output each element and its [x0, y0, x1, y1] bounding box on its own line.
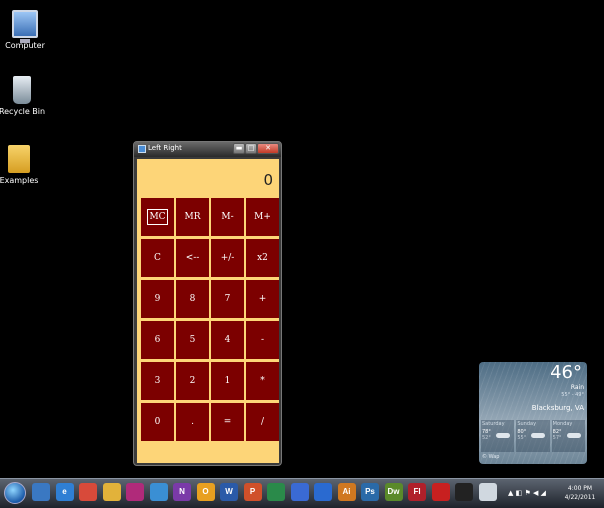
key-1[interactable]: 1 — [211, 362, 244, 400]
clock-date: 4/22/2011 — [564, 494, 596, 501]
outlook-icon[interactable]: O — [196, 483, 215, 501]
key-m-plus[interactable]: M+ — [246, 198, 279, 236]
key-decimal[interactable]: . — [176, 403, 209, 441]
start-button[interactable] — [4, 482, 26, 504]
key-clear[interactable]: C — [141, 239, 174, 277]
forecast-day: Saturday 78° 52° — [481, 420, 515, 452]
key-subtract[interactable]: - — [246, 321, 279, 359]
ie-icon[interactable]: e — [55, 483, 74, 501]
key-5[interactable]: 5 — [176, 321, 209, 359]
calculator-display: 0 — [263, 171, 273, 189]
key-m-minus[interactable]: M- — [211, 198, 244, 236]
current-temperature: 46° — [550, 362, 582, 383]
recycle-bin-icon — [13, 76, 31, 104]
maximize-button[interactable]: □ — [245, 143, 257, 154]
pin-icon[interactable] — [431, 483, 450, 501]
illustrator-icon[interactable]: Ai — [337, 483, 356, 501]
keypad: MC MR M- M+ C <-- +/- x2 9 8 7 + 6 5 4 -… — [141, 198, 279, 441]
desktop-icon-label: Examples — [0, 176, 39, 185]
excel-icon[interactable] — [267, 483, 285, 501]
window-title: Left Right — [148, 144, 182, 152]
rain-cloud-icon — [531, 433, 546, 438]
key-mc[interactable]: MC — [141, 198, 174, 236]
taskbar: e N O W P Ai Ps Dw Fl ▲ ◧ ⚑ ◀ ◢ 4:00 PM 4/22/201… — [0, 478, 604, 508]
key-9[interactable]: 9 — [141, 280, 174, 318]
key-equals[interactable]: = — [211, 403, 244, 441]
cmd-icon[interactable] — [455, 483, 473, 501]
dreamweaver-icon[interactable]: Dw — [384, 483, 403, 501]
desktop-icon-label: Recycle Bin — [0, 107, 46, 116]
key-3[interactable]: 3 — [141, 362, 174, 400]
forecast-day-name: Monday — [552, 421, 573, 427]
computer-icon — [12, 10, 38, 43]
key-2[interactable]: 2 — [176, 362, 209, 400]
key-8[interactable]: 8 — [176, 280, 209, 318]
weather-city: Blacksburg, VA — [531, 404, 584, 412]
weather-gadget[interactable]: 46° Rain 55° - 49° Blacksburg, VA Saturd… — [479, 362, 587, 464]
minimize-button[interactable]: ▬ — [233, 143, 245, 154]
link-icon[interactable] — [290, 483, 309, 501]
key-0[interactable]: 0 — [141, 403, 174, 441]
key-mr[interactable]: MR — [176, 198, 209, 236]
folder-icon — [8, 145, 30, 173]
key-negate[interactable]: +/- — [211, 239, 244, 277]
key-add[interactable]: + — [246, 280, 279, 318]
weather-condition: Rain — [570, 384, 584, 391]
forecast: Saturday 78° 52° Sunday 80° 55° Monday 8… — [481, 420, 585, 452]
key-divide[interactable]: / — [246, 403, 279, 441]
key-7[interactable]: 7 — [211, 280, 244, 318]
desktop-icon-computer[interactable]: Computer — [0, 10, 50, 50]
system-tray[interactable]: ▲ ◧ ⚑ ◀ ◢ — [508, 489, 546, 497]
forecast-day-name: Sunday — [517, 421, 537, 427]
calculator-window: Left Right ▬ □ ✕ 0 MC MR M- M+ C <-- +/-… — [133, 141, 282, 466]
key-backspace[interactable]: <-- — [176, 239, 209, 277]
java-icon[interactable] — [478, 483, 497, 501]
cloud-icon — [496, 433, 510, 438]
key-4[interactable]: 4 — [211, 321, 244, 359]
onenote-icon[interactable]: N — [173, 483, 191, 501]
forecast-day-name: Saturday — [482, 421, 505, 427]
calculator-body: 0 MC MR M- M+ C <-- +/- x2 9 8 7 + 6 5 4… — [137, 159, 279, 463]
chrome-icon[interactable] — [79, 483, 97, 501]
hi-lo-temperature: 55° - 49° — [561, 392, 584, 398]
explorer-icon[interactable] — [32, 483, 50, 501]
key-label: MC — [147, 209, 168, 225]
key-square[interactable]: x2 — [246, 239, 279, 277]
weather-brand: © Wap — [482, 454, 500, 460]
desktop-icon-recycle-bin[interactable]: Recycle Bin — [0, 76, 47, 116]
title-bar[interactable]: Left Right ▬ □ ✕ — [134, 142, 281, 157]
taskbar-clock[interactable]: 4:00 PM 4/22/2011 — [560, 484, 600, 502]
clock-time: 4:00 PM — [567, 485, 593, 492]
forecast-day: Sunday 80° 55° — [516, 420, 550, 452]
folder-icon[interactable] — [102, 483, 121, 501]
app-icon[interactable] — [126, 483, 144, 501]
media-icon[interactable] — [149, 483, 168, 501]
word-icon[interactable]: W — [220, 483, 238, 501]
key-6[interactable]: 6 — [141, 321, 174, 359]
key-multiply[interactable]: * — [246, 362, 279, 400]
desktop-icon-examples[interactable]: Examples — [0, 145, 44, 185]
powerpoint-icon[interactable]: P — [243, 483, 262, 501]
photoshop-icon[interactable]: Ps — [361, 483, 379, 501]
window-app-icon — [138, 145, 146, 153]
close-button[interactable]: ✕ — [257, 143, 279, 154]
cloud-icon — [566, 433, 581, 438]
flash-icon[interactable]: Fl — [408, 483, 426, 501]
globe-icon[interactable] — [314, 483, 332, 501]
forecast-day: Monday 82° 57° — [551, 420, 585, 452]
